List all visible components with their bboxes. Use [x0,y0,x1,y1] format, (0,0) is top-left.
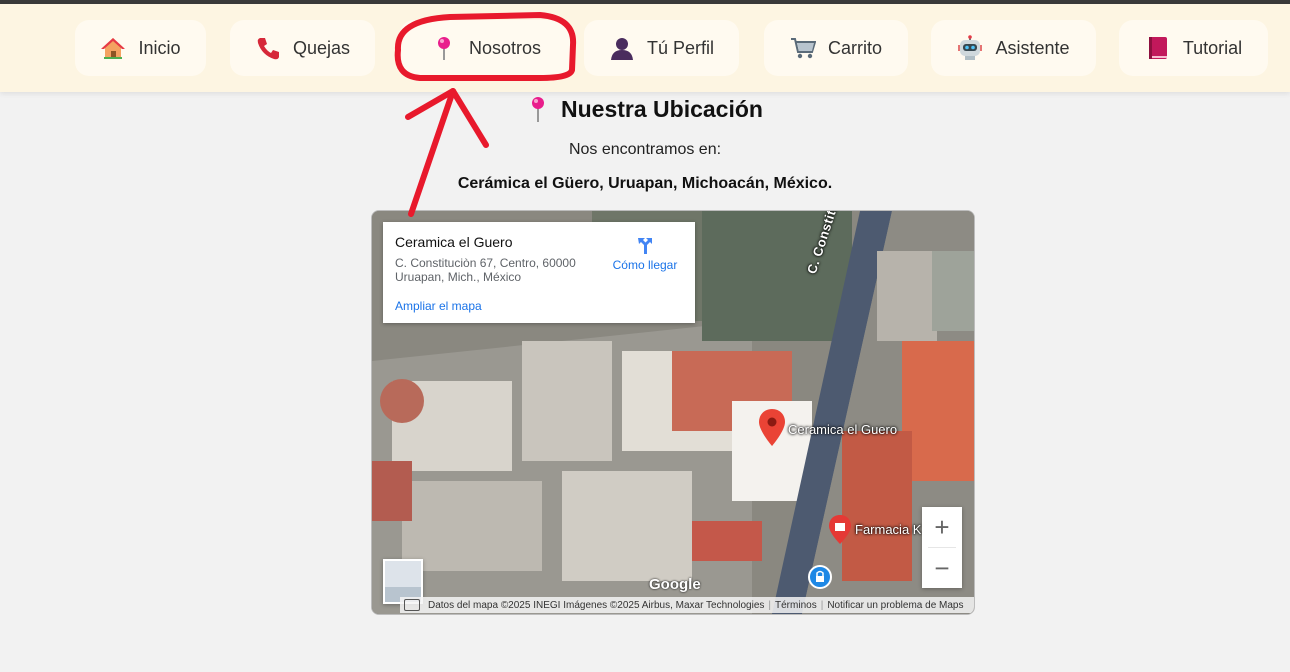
nav-tu-perfil[interactable]: Tú Perfil [584,20,739,76]
place-info-card: Ceramica el Guero C. Constituciòn 67, Ce… [383,222,695,323]
nav-inicio[interactable]: Inicio [75,20,206,76]
location-marker-icon[interactable] [758,409,786,447]
google-logo: Google [649,576,701,593]
place-name: Ceramica el Guero [395,234,513,250]
house-icon [100,35,126,61]
top-navigation-bar: Inicio Quejas Nosotros Tú Perfil Carrito… [0,4,1290,92]
place-address: C. Constituciòn 67, Centro, 60000 Uruapa… [395,256,576,284]
nav-label: Tú Perfil [646,37,715,58]
directions-label: Cómo llegar [612,258,678,272]
nav-label: Asistente [995,37,1070,58]
pharmacy-marker-icon[interactable] [828,515,852,545]
zoom-out-button[interactable]: − [922,548,962,588]
pharmacy-label: Farmacia K [855,522,922,537]
keyboard-shortcuts-icon[interactable] [404,599,420,611]
nav-quejas[interactable]: Quejas [230,20,375,76]
pushpin-icon [527,95,549,123]
enlarge-map-link[interactable]: Ampliar el mapa [395,299,482,313]
nav-tutorial[interactable]: Tutorial [1119,20,1268,76]
terms-link[interactable]: Términos [775,600,817,611]
embedded-map[interactable]: Ceramica el Guero C. Constituciòn 67, Ce… [371,210,975,615]
pushpin-icon [431,35,457,61]
person-icon [609,35,635,61]
nav-label: Carrito [827,37,882,58]
phone-icon [255,35,281,61]
page-title: Nuestra Ubicación [561,95,763,122]
nav-carrito[interactable]: Carrito [764,20,908,76]
map-data-credits: Datos del mapa ©2025 INEGI Imágenes ©202… [428,599,765,611]
report-problem-link[interactable]: Notificar un problema de Maps [827,600,963,611]
directions-button[interactable]: Cómo llegar [605,234,685,272]
location-intro: Nos encontramos en: [568,141,722,158]
cart-icon [790,35,816,61]
nav-label: Tutorial [1182,37,1243,58]
marker-label: Ceramica el Guero [788,422,898,437]
nav-label: Quejas [292,37,351,58]
nav-label: Inicio [138,37,181,58]
directions-icon [638,238,652,254]
robot-icon [957,35,983,61]
book-icon [1145,35,1171,61]
lock-marker-icon[interactable] [808,565,832,589]
zoom-controls: + − [922,507,962,588]
map-attribution-bar: Datos del mapa ©2025 INEGI Imágenes ©202… [400,597,974,613]
nav-nosotros[interactable]: Nosotros [400,20,572,76]
nav-label: Nosotros [468,37,542,58]
location-heading: Nuestra Ubicación [0,94,1290,124]
business-address: Cerámica el Güero, Uruapan, Michoacán, M… [457,175,833,192]
zoom-in-button[interactable]: + [922,507,962,547]
nav-asistente[interactable]: Asistente [931,20,1096,76]
